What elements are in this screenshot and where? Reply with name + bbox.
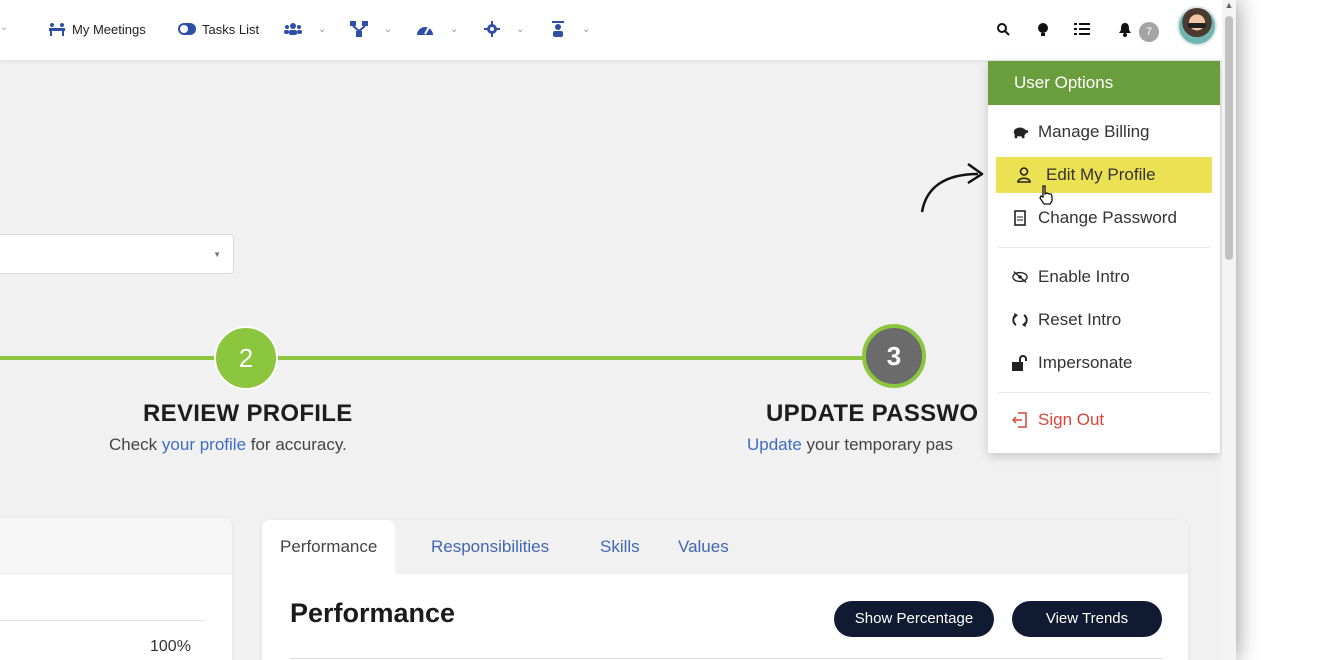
task-list-icon[interactable] [1074,22,1090,39]
stepper-line [0,356,216,360]
gear-icon [484,21,500,37]
nav-my-meetings[interactable]: My Meetings [48,18,146,40]
menu-item-change-password[interactable]: Change Password [988,200,1220,236]
menu-item-label: Enable Intro [1038,267,1130,286]
menu-item-label: Manage Billing [1038,122,1150,141]
nav-org-chart-menu[interactable]: ⌄ [350,18,392,40]
menu-item-label: Edit My Profile [1046,165,1156,184]
menu-item-manage-billing[interactable]: Manage Billing [988,114,1220,150]
show-percentage-button[interactable]: Show Percentage [834,601,994,637]
nav-dashboard-menu[interactable]: ⌄ [416,18,458,40]
trainer-icon [550,21,566,37]
step-2-circle: 2 [214,326,278,390]
select-dropdown[interactable]: ▼ [0,234,234,274]
step-3-description: Update your temporary pas [747,435,953,455]
chevron-down-icon: ⌄ [450,23,459,35]
left-card [0,518,232,660]
hand-cursor-icon [1038,185,1054,210]
nav-tasks-list[interactable]: Tasks List [178,18,259,40]
menu-item-impersonate[interactable]: Impersonate [988,345,1220,381]
chevron-down-icon: ⌄ [384,23,393,35]
percent-value: 100% [150,638,191,655]
step-3-title: UPDATE PASSWO [766,400,979,427]
divider [0,620,204,621]
menu-item-label: Change Password [1038,208,1177,227]
step-3-desc-text: your temporary pas [801,435,954,454]
menu-item-label: Reset Intro [1038,310,1122,329]
tab-bar: Performance Responsibilities Skills Valu… [262,520,1188,574]
document-icon [988,210,1028,226]
step-2-title: REVIEW PROFILE [143,400,353,427]
menu-item-reset-intro[interactable]: Reset Intro [988,302,1220,338]
search-icon[interactable] [996,22,1010,39]
dashboard-gauge-icon [416,22,434,36]
divider [290,658,1162,659]
notification-badge: 7 [1139,22,1159,42]
annotation-arrow [920,162,984,213]
menu-item-sign-out[interactable]: Sign Out [988,402,1220,438]
bell-icon[interactable] [1118,22,1132,41]
unlock-icon [988,355,1028,371]
top-navbar: ⌄ My Meetings Tasks List ⌄ ⌄ ⌄ ⌄ ⌄ 7 [0,0,1222,60]
left-card-header [0,518,232,574]
refresh-icon [988,312,1028,328]
performance-card: Performance Responsibilities Skills Valu… [262,520,1188,660]
meeting-icon [48,22,66,36]
caret-down-icon: ▼ [213,250,221,259]
nav-team-menu[interactable]: ⌄ [284,18,326,40]
org-chart-icon [350,21,368,37]
user-options-menu: User Options Manage Billing Edit My Prof… [988,61,1220,453]
your-profile-link[interactable]: your profile [162,435,246,454]
tab-skills[interactable]: Skills [600,520,640,574]
step-2-desc-text: Check [109,435,162,454]
nav-label: My Meetings [72,21,146,37]
toggle-icon [178,23,196,35]
tab-values[interactable]: Values [678,520,729,574]
menu-divider [998,392,1210,393]
menu-header: User Options [988,61,1220,105]
menu-divider [998,247,1210,248]
nav-training-menu[interactable]: ⌄ [550,18,590,40]
menu-item-label: Impersonate [1038,353,1133,372]
tab-performance[interactable]: Performance [262,520,396,574]
menu-item-edit-my-profile[interactable]: Edit My Profile [996,157,1212,193]
chevron-down-icon: ⌄ [582,23,591,35]
nav-label: Tasks List [202,21,260,37]
scrollbar-thumb[interactable] [1225,16,1233,260]
stepper-line [278,356,864,360]
outside-area [1240,0,1320,660]
chevron-down-icon[interactable]: ⌄ [0,22,8,33]
step-3-circle: 3 [862,324,926,388]
tab-responsibilities[interactable]: Responsibilities [431,520,549,574]
step-2-desc-text: for accuracy. [246,435,347,454]
lightbulb-icon[interactable] [1037,22,1049,41]
view-trends-button[interactable]: View Trends [1012,601,1162,637]
chevron-down-icon: ⌄ [516,23,525,35]
menu-item-label: Sign Out [1038,410,1105,429]
user-icon [996,167,1036,183]
eye-slash-icon [988,270,1028,284]
nav-settings-menu[interactable]: ⌄ [484,18,524,40]
menu-item-enable-intro[interactable]: Enable Intro [988,259,1220,295]
piggy-bank-icon [988,125,1028,139]
scroll-up-arrow-icon[interactable]: ▲ [1224,0,1234,12]
chevron-down-icon: ⌄ [318,23,327,35]
performance-title: Performance [290,598,456,628]
update-link[interactable]: Update [747,435,802,454]
avatar[interactable] [1177,6,1217,46]
team-icon [284,22,302,36]
sign-out-icon [988,412,1028,428]
step-2-description: Check your profile for accuracy. [109,435,347,455]
